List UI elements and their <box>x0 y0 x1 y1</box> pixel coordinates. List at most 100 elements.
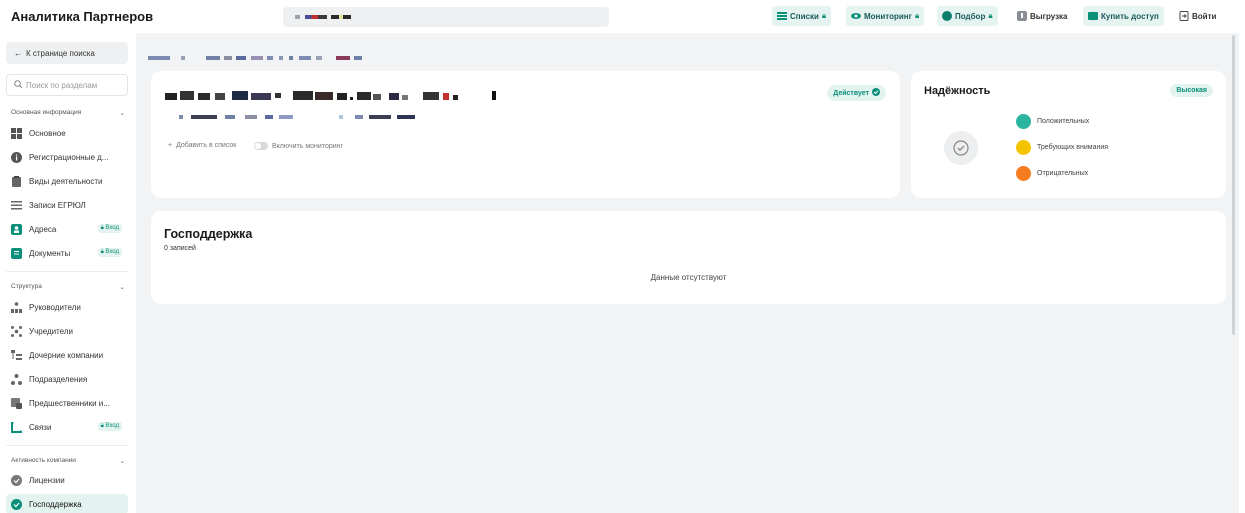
network-icon <box>11 325 22 337</box>
sidebar-item-founders[interactable]: Учредители <box>6 321 128 341</box>
company-card: + Добавить в список Включить мониторинг … <box>151 71 900 198</box>
login-button[interactable]: Войти <box>1174 6 1221 26</box>
sidebar-item-registration[interactable]: Регистрационные д... <box>6 147 128 167</box>
negative-dot-icon <box>1016 166 1031 181</box>
toggle-switch[interactable] <box>254 142 268 150</box>
reliability-level-badge: Высокая <box>1170 84 1213 97</box>
monitoring-label: Включить мониторинг <box>272 142 344 150</box>
right-edge-strip <box>1239 33 1245 513</box>
eye-icon <box>851 11 861 21</box>
back-to-search-button[interactable]: ← К странице поиска <box>6 42 128 64</box>
topnav-selection[interactable]: Подбор 🔒︎ <box>937 6 998 26</box>
page-scrollbar[interactable] <box>1232 35 1235 335</box>
section-header-structure[interactable]: Структура ⌄ <box>11 283 125 291</box>
legend-attention: Требующих внимания <box>1016 140 1108 155</box>
login-badge: 🔒︎ Вход <box>97 224 122 233</box>
topnav-export[interactable]: Выгрузка <box>1012 6 1073 26</box>
topnav-label: Подбор <box>955 11 986 21</box>
sidebar-item-subsidiaries[interactable]: Дочерние компании <box>6 345 128 365</box>
branches-icon <box>11 373 22 385</box>
sidebar-item-state-support[interactable]: Господдержка <box>6 494 128 513</box>
sidebar-item-label: Записи ЕГРЮЛ <box>29 200 86 210</box>
empty-state-text: Данные отсутствуют <box>650 273 727 282</box>
sidebar-item-licenses[interactable]: Лицензии <box>6 470 128 490</box>
sidebar-item-divisions[interactable]: Подразделения <box>6 369 128 389</box>
chevron-down-icon: ⌄ <box>119 110 125 117</box>
topnav-monitoring[interactable]: Мониторинг 🔒︎ <box>846 6 925 26</box>
badge-label: Вход <box>105 225 119 231</box>
address-icon <box>11 223 22 235</box>
topnav-label: Мониторинг <box>864 11 912 21</box>
sidebar-item-label: Документы <box>29 248 71 258</box>
breadcrumb <box>148 48 378 60</box>
search-icon <box>14 80 23 90</box>
section-header-activity[interactable]: Активность компании ⌄ <box>11 457 125 465</box>
company-details-redacted <box>179 115 415 119</box>
info-icon <box>11 151 22 163</box>
topnav-label: Списки <box>790 11 819 21</box>
sidebar-item-egrul[interactable]: Записи ЕГРЮЛ <box>6 195 128 215</box>
org-chart-icon <box>11 301 22 313</box>
status-label: Действует <box>833 89 869 97</box>
redacted-text <box>295 15 300 19</box>
header-search-input[interactable] <box>283 7 609 27</box>
attention-dot-icon <box>1016 140 1031 155</box>
redacted-text <box>148 56 362 60</box>
document-icon <box>11 247 22 259</box>
sidebar-item-predecessors[interactable]: Предшественники и... <box>6 393 128 413</box>
login-badge: 🔒︎ Вход <box>97 422 122 431</box>
legend-positive: Положительных <box>1016 114 1089 129</box>
plus-icon: + <box>168 142 173 149</box>
topnav-lists[interactable]: Списки 🔒︎ <box>772 6 832 26</box>
chevron-down-icon: ⌄ <box>119 458 125 465</box>
sidebar-item-label: Основное <box>29 128 66 138</box>
state-support-title: Господдержка <box>164 227 253 241</box>
app-title[interactable]: Аналитика Партнеров <box>11 9 153 24</box>
lock-icon: 🔒︎ <box>988 11 993 20</box>
state-support-card: Господдержка 0 записей Данные отсутствую… <box>151 211 1226 304</box>
legend-negative: Отрицательных <box>1016 166 1088 181</box>
topnav-label: Выгрузка <box>1030 11 1068 21</box>
tree-icon <box>11 349 22 361</box>
list-icon <box>777 11 787 21</box>
badge-label: Вход <box>105 249 119 255</box>
sidebar-item-links[interactable]: Связи 🔒︎ Вход <box>6 417 128 437</box>
sidebar-item-addresses[interactable]: Адреса 🔒︎ Вход <box>6 219 128 239</box>
monitoring-toggle[interactable]: Включить мониторинг <box>254 142 343 150</box>
grid-icon <box>11 127 22 139</box>
divider <box>6 445 128 446</box>
records-count: 0 записей <box>164 245 196 252</box>
sidebar-item-main[interactable]: Основное <box>6 123 128 143</box>
section-search-input[interactable]: Поиск по разделам <box>6 74 128 96</box>
check-shield-icon <box>944 131 978 165</box>
chevron-down-icon: ⌄ <box>119 284 125 291</box>
sidebar-item-documents[interactable]: Документы 🔒︎ Вход <box>6 243 128 263</box>
top-bar: Аналитика Партнеров Списки 🔒︎ Мониторинг… <box>0 0 1245 33</box>
check-circle-icon <box>872 88 880 98</box>
positive-dot-icon <box>1016 114 1031 129</box>
sidebar-item-label: Руководители <box>29 302 81 312</box>
history-icon <box>11 397 22 409</box>
login-icon <box>1179 11 1189 21</box>
divider <box>6 271 128 272</box>
buy-access-button[interactable]: Купить доступ <box>1083 6 1164 26</box>
download-icon <box>1017 11 1027 21</box>
sidebar: ← К странице поиска Поиск по разделам Ос… <box>0 33 136 513</box>
add-to-list-button[interactable]: + Добавить в список <box>168 142 236 149</box>
search-placeholder: Поиск по разделам <box>26 80 98 90</box>
lock-icon: 🔒︎ <box>821 11 827 20</box>
sidebar-item-label: Виды деятельности <box>29 176 103 186</box>
arrow-left-icon: ← <box>14 48 22 58</box>
sidebar-item-managers[interactable]: Руководители <box>6 297 128 317</box>
license-icon <box>11 474 22 486</box>
topnav-label: Купить доступ <box>1101 11 1159 21</box>
section-title: Активность компании <box>11 457 76 464</box>
circle-icon <box>942 11 952 21</box>
legend-label: Положительных <box>1037 118 1090 125</box>
status-badge: Действует <box>827 85 886 101</box>
lock-icon: 🔒︎ <box>914 11 920 20</box>
sidebar-item-label: Предшественники и... <box>29 398 110 408</box>
section-header-main[interactable]: Основная информация ⌄ <box>11 109 125 117</box>
sidebar-item-activities[interactable]: Виды деятельности <box>6 171 128 191</box>
legend-label: Отрицательных <box>1037 170 1089 177</box>
